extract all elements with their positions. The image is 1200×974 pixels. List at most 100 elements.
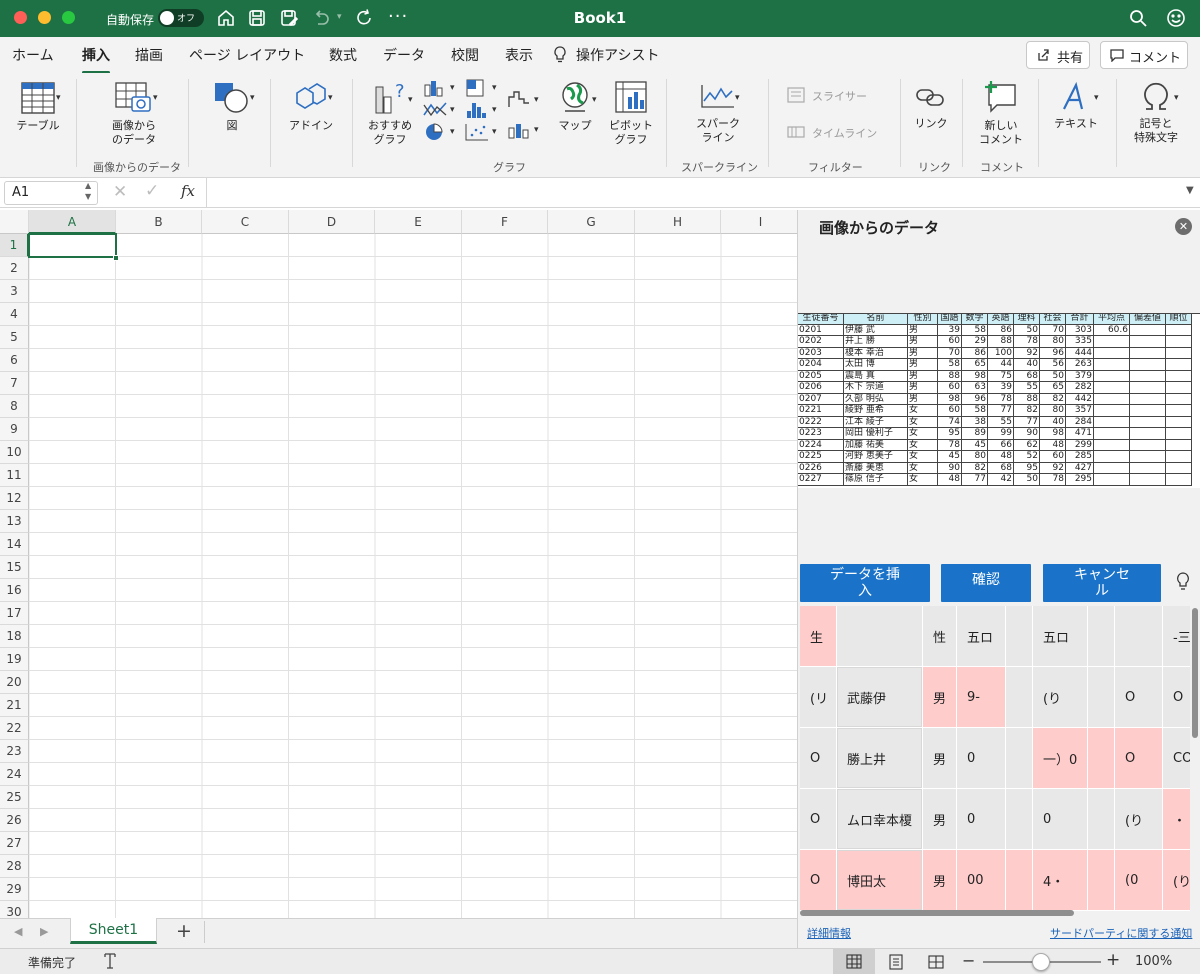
prev-sheet-icon[interactable]: ◀ (14, 925, 22, 938)
preview-cell[interactable] (1115, 606, 1163, 667)
preview-cell[interactable]: (0 (1115, 850, 1163, 911)
column-header[interactable]: D (289, 210, 375, 234)
column-header[interactable]: G (548, 210, 635, 234)
zoom-slider-thumb[interactable] (1032, 953, 1050, 971)
tips-lightbulb-icon[interactable] (1176, 572, 1190, 595)
zoom-level[interactable]: 100% (1135, 954, 1172, 969)
autosave-toggle[interactable]: オフ (158, 9, 204, 27)
tab-data[interactable]: データ (383, 45, 425, 65)
text-dropdown-icon[interactable]: ▾ (1094, 93, 1099, 103)
scatter-chart-dropdown-icon[interactable]: ▾ (492, 127, 497, 137)
insert-data-button[interactable]: データを挿入 (800, 564, 930, 602)
sparkline-dropdown-icon[interactable]: ▾ (735, 93, 740, 103)
pictures-button[interactable]: 図 (206, 81, 258, 133)
review-button[interactable]: 確認 (941, 564, 1031, 602)
active-cell-A1[interactable] (28, 233, 117, 258)
column-header[interactable]: F (462, 210, 548, 234)
scatter-chart-icon[interactable] (464, 123, 492, 141)
symbols-button[interactable]: 記号と 特殊文字 (1128, 81, 1184, 145)
table-dropdown-icon[interactable]: ▾ (56, 93, 61, 103)
preview-cell[interactable]: 9- (957, 667, 1006, 728)
next-sheet-icon[interactable]: ▶ (40, 925, 48, 938)
comments-button[interactable]: コメント (1100, 41, 1188, 69)
row-header[interactable]: 24 (0, 763, 29, 786)
recommended-charts-dropdown-icon[interactable]: ▾ (408, 95, 413, 105)
third-party-notice-link[interactable]: サードパーティに関する通知 (1050, 925, 1192, 941)
cancel-entry-icon[interactable]: ✕ (113, 182, 127, 202)
preview-cell[interactable]: 五ロ (1033, 606, 1088, 667)
confirm-entry-icon[interactable]: ✓ (145, 181, 159, 201)
column-header[interactable]: B (116, 210, 202, 234)
preview-cell[interactable]: 一）0 (1033, 728, 1088, 789)
row-header[interactable]: 13 (0, 510, 29, 533)
normal-view-button[interactable] (833, 949, 875, 974)
preview-cell[interactable]: ムロ幸本榎 (837, 789, 923, 850)
preview-cell[interactable]: 武藤伊 (837, 667, 923, 728)
line-chart-dropdown-icon[interactable]: ▾ (450, 105, 455, 115)
preview-cell[interactable]: (り (1033, 667, 1088, 728)
zoom-in-icon[interactable]: + (1106, 950, 1120, 970)
row-header[interactable]: 30 (0, 901, 29, 918)
preview-cell[interactable]: 0 (1033, 789, 1088, 850)
column-header[interactable]: I (721, 210, 797, 234)
page-layout-view-icon[interactable] (888, 954, 904, 970)
undo-icon[interactable] (311, 8, 331, 28)
symbols-dropdown-icon[interactable]: ▾ (1174, 93, 1179, 103)
preview-cell[interactable]: O (1163, 667, 1190, 728)
row-header[interactable]: 28 (0, 855, 29, 878)
statistic-chart-dropdown-icon[interactable]: ▾ (492, 105, 497, 115)
save-as-icon[interactable] (279, 8, 299, 28)
row-header[interactable]: 22 (0, 717, 29, 740)
name-box[interactable]: A1 (4, 181, 98, 205)
tab-review[interactable]: 校閲 (451, 45, 479, 65)
row-header[interactable]: 9 (0, 418, 29, 441)
row-header[interactable]: 1 (0, 234, 29, 257)
fill-handle[interactable] (113, 255, 119, 261)
preview-cell[interactable]: O (800, 728, 837, 789)
preview-cell[interactable]: 博田太 (837, 850, 923, 911)
row-header[interactable]: 27 (0, 832, 29, 855)
pivot-chart-button[interactable]: ピボット グラフ (604, 79, 658, 147)
formula-input[interactable] (214, 184, 1174, 202)
tab-draw[interactable]: 描画 (135, 45, 163, 65)
preview-cell[interactable]: 男 (923, 667, 957, 728)
tab-home[interactable]: ホーム (12, 45, 54, 65)
preview-cell[interactable]: 勝上井 (837, 728, 923, 789)
hierarchy-chart-dropdown-icon[interactable]: ▾ (492, 83, 497, 93)
row-header[interactable]: 19 (0, 648, 29, 671)
preview-cell[interactable]: 4・ (1033, 850, 1088, 911)
row-header[interactable]: 5 (0, 326, 29, 349)
share-button[interactable]: 共有 (1026, 41, 1090, 69)
row-header[interactable]: 23 (0, 740, 29, 763)
preview-cell[interactable] (1006, 667, 1033, 728)
table-button[interactable]: テーブル (8, 81, 68, 133)
zoom-out-icon[interactable]: − (962, 951, 975, 970)
tell-me-search[interactable]: 操作アシスト (576, 45, 659, 65)
preview-cell[interactable]: O (1115, 728, 1163, 789)
details-link[interactable]: 詳細情報 (807, 925, 851, 941)
preview-cell[interactable] (1088, 606, 1115, 667)
waterfall-chart-dropdown-icon[interactable]: ▾ (534, 95, 539, 105)
sheet-tab-sheet1[interactable]: Sheet1 (70, 918, 157, 944)
preview-cell[interactable] (1006, 728, 1033, 789)
preview-vertical-scrollbar[interactable] (1192, 608, 1198, 738)
preview-cell[interactable]: 男 (923, 850, 957, 911)
slicer-button[interactable]: スライサー (812, 88, 867, 104)
maps-button[interactable]: マップ (550, 79, 600, 133)
accessibility-icon[interactable] (102, 952, 118, 973)
maps-dropdown-icon[interactable]: ▾ (592, 95, 597, 105)
preview-cell[interactable]: ・ (1163, 789, 1190, 850)
minimize-window-button[interactable] (38, 11, 51, 24)
combo-chart-dropdown-icon[interactable]: ▾ (534, 125, 539, 135)
preview-cell[interactable] (1006, 850, 1033, 911)
preview-cell[interactable] (1006, 606, 1033, 667)
sparkline-button[interactable]: スパーク ライン (686, 81, 750, 145)
search-icon[interactable] (1128, 8, 1148, 28)
row-header[interactable]: 12 (0, 487, 29, 510)
select-all-corner[interactable] (0, 210, 29, 234)
name-box-stepper-icon[interactable]: ▲ ▼ (85, 180, 91, 202)
tab-formulas[interactable]: 数式 (329, 45, 357, 65)
preview-cell[interactable]: (り (1163, 850, 1190, 911)
preview-cell[interactable]: 0 (957, 728, 1006, 789)
maximize-window-button[interactable] (62, 11, 75, 24)
